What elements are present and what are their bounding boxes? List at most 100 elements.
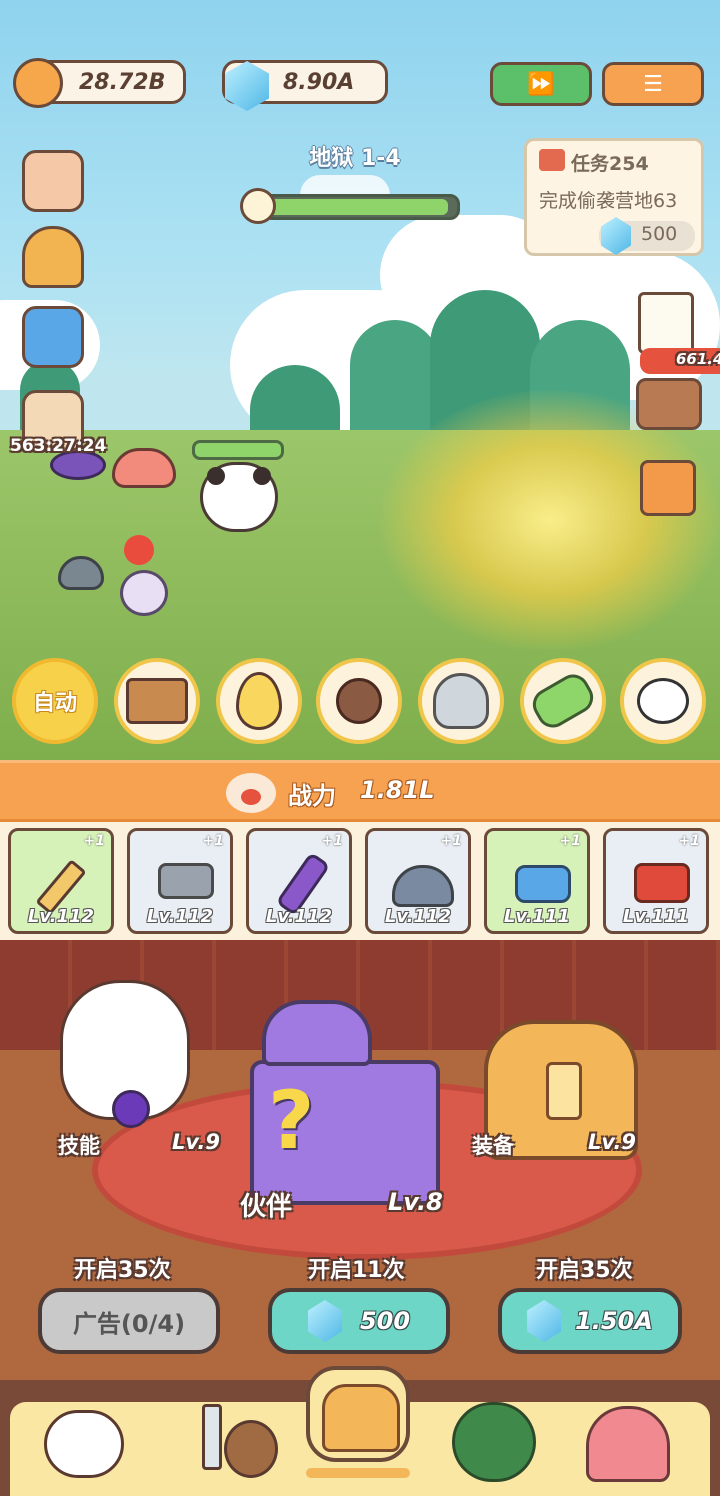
equip-pool-level: Lv.9 <box>588 1130 636 1154</box>
gem-icon <box>307 1300 342 1342</box>
skill-slot-tornado[interactable] <box>418 658 504 744</box>
chest-lock-icon <box>546 1062 582 1120</box>
nav-house-icon[interactable] <box>586 1406 670 1482</box>
partner-open-count: 开启11次 <box>308 1258 405 1283</box>
fast-forward-icon: ⏩ <box>527 71 555 97</box>
nav-chest-tab-active[interactable] <box>306 1366 410 1462</box>
watch-ad-button[interactable]: 广告(0/4) <box>38 1288 220 1354</box>
equip-open-button[interactable]: 1.50A <box>498 1288 682 1354</box>
equip-button-cost: 1.50A <box>575 1307 653 1335</box>
panda-hero <box>200 462 278 532</box>
gacha-shop: 技能 Lv.9 ? 伙伴 Lv.8 装备 Lv.9 开启35次 开启11次 开启… <box>0 940 720 1380</box>
auto-label: 自动 <box>32 691 77 716</box>
partner-open-button[interactable]: 500 <box>268 1288 450 1354</box>
battle-scene <box>0 0 720 760</box>
task-card[interactable]: 任务254 完成偷袭营地63 500 <box>524 138 704 256</box>
box-display-card <box>262 1000 372 1066</box>
stage-title: 地狱 1-4 <box>309 146 401 171</box>
equip-slot-helmet[interactable]: +1 Lv.112 <box>365 828 471 934</box>
partner-pool-level: Lv.8 <box>388 1188 443 1216</box>
gift-box-icon[interactable] <box>22 306 84 368</box>
skill-pool-label: 技能 <box>58 1134 100 1158</box>
crab-enemy <box>112 448 176 488</box>
fly-enemy <box>120 570 168 616</box>
equip-plus: +1 <box>202 833 224 849</box>
menu-button[interactable]: ☰ <box>602 62 704 106</box>
power-value: 1.81L <box>360 776 435 804</box>
event-timer: 563:27:24 <box>10 436 107 456</box>
equipment-row: +1 Lv.112 +1 Lv.112 +1 Lv.112 +1 Lv.112 … <box>0 822 720 940</box>
tornado-icon <box>433 673 489 729</box>
boots-icon <box>515 865 571 903</box>
coin-counter: 28.72B <box>13 58 186 108</box>
equip-level: Lv.112 <box>384 906 452 927</box>
nav-tree-icon[interactable] <box>452 1402 536 1482</box>
equip-plus: +1 <box>83 833 105 849</box>
crystal-ball-icon <box>112 1090 150 1128</box>
helmet-icon <box>392 865 454 907</box>
equip-plus: +1 <box>321 833 343 849</box>
skill-slot-chocolate[interactable] <box>316 658 402 744</box>
equip-level: Lv.111 <box>622 906 690 927</box>
enemy-hp-value: 661.4 <box>676 350 720 368</box>
treasure-chest-icon[interactable] <box>22 226 84 288</box>
paw-icon <box>226 773 276 813</box>
fast-forward-button[interactable]: ⏩ <box>490 62 592 106</box>
candy-icon <box>527 668 599 734</box>
equip-plus: +1 <box>440 833 462 849</box>
present-icon[interactable] <box>640 460 696 516</box>
task-title: 任务254 <box>571 153 649 175</box>
skill-slot-terrain[interactable] <box>114 658 200 744</box>
equip-slot-gun[interactable]: +1 Lv.112 <box>127 828 233 934</box>
bracer-icon <box>634 863 690 903</box>
equip-pool-label: 装备 <box>472 1134 514 1158</box>
nav-weapon-icon[interactable] <box>178 1404 278 1480</box>
equip-level: Lv.112 <box>146 906 214 927</box>
active-tab-indicator <box>306 1468 410 1478</box>
equip-level: Lv.111 <box>503 906 571 927</box>
equip-level: Lv.112 <box>27 906 95 927</box>
scroll-icon <box>539 149 565 171</box>
partner-mystery-box[interactable]: ? <box>250 1060 440 1205</box>
nav-cat-icon[interactable] <box>44 1410 124 1478</box>
list-icon: ☰ <box>643 71 663 97</box>
equip-plus: +1 <box>559 833 581 849</box>
egg-icon <box>236 672 282 730</box>
terrain-block-icon <box>126 678 188 724</box>
penguin-icon <box>637 678 689 724</box>
equip-slot-rocket[interactable]: +1 Lv.112 <box>246 828 352 934</box>
partner-pool-label: 伙伴 <box>240 1192 293 1222</box>
task-reward: 500 <box>641 223 678 245</box>
auto-skill-button[interactable]: 自动 <box>12 658 98 744</box>
question-mark-icon: ? <box>268 1074 315 1167</box>
stage-progress-bar <box>262 194 460 220</box>
bottom-nav <box>0 1366 720 1496</box>
gem-icon <box>225 61 269 111</box>
gem-counter: 8.90A <box>222 60 388 111</box>
ad-button-label: 广告(0/4) <box>72 1309 186 1338</box>
power-label: 战力 <box>288 782 336 810</box>
equip-slot-boots[interactable]: +1 Lv.111 <box>484 828 590 934</box>
gun-icon <box>158 863 214 899</box>
cat-photo-book-icon[interactable] <box>636 378 702 430</box>
equip-slot-bracer[interactable]: +1 Lv.111 <box>603 828 709 934</box>
shop-icon[interactable] <box>22 150 84 212</box>
chest-icon <box>322 1384 400 1452</box>
skill-open-count: 开启35次 <box>74 1258 171 1283</box>
equip-slot-sword[interactable]: +1 Lv.112 <box>8 828 114 934</box>
hero-health-bar <box>192 440 284 460</box>
skill-slot-penguin[interactable] <box>620 658 706 744</box>
flower-icon <box>124 535 154 565</box>
chocolate-icon <box>336 678 382 724</box>
gem-value: 8.90A <box>283 69 355 95</box>
task-description: 完成偷袭营地63 <box>539 190 678 212</box>
equip-open-count: 开启35次 <box>536 1258 633 1283</box>
partner-button-cost: 500 <box>359 1307 411 1335</box>
gem-icon <box>527 1300 562 1342</box>
document-icon[interactable] <box>638 292 694 354</box>
coin-icon <box>13 58 63 108</box>
skill-slot-candy[interactable] <box>520 658 606 744</box>
stage-progress-fill <box>267 199 448 215</box>
enemy-hp-badge: 661.4 <box>640 348 720 374</box>
skill-slot-egg[interactable] <box>216 658 302 744</box>
